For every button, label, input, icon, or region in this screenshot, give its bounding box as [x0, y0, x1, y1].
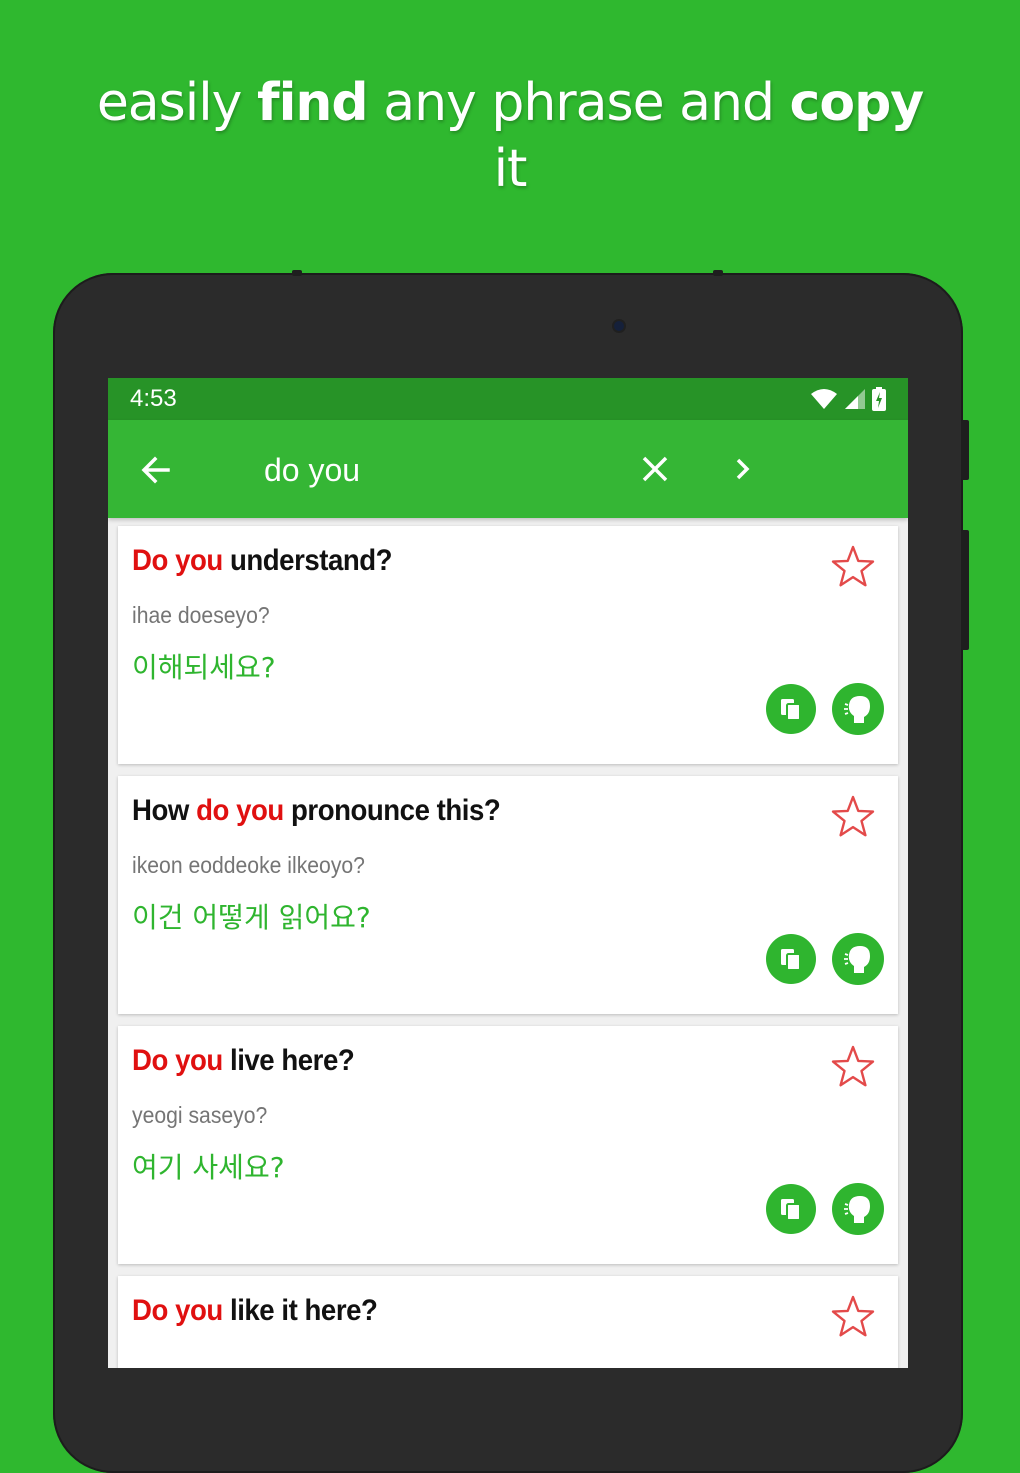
status-icons	[810, 387, 886, 411]
favorite-star-icon[interactable]	[830, 1294, 876, 1340]
search-match-highlight: do you	[196, 794, 284, 827]
speaking-head-icon	[844, 696, 870, 723]
copy-icon	[781, 699, 801, 721]
speaking-head-icon	[844, 946, 870, 973]
results-list: Do you understand? ihae doeseyo? 이해되세요? …	[108, 526, 908, 1368]
promo-segment: find	[256, 73, 369, 133]
copy-button[interactable]	[766, 934, 816, 984]
promo-segment: easily	[96, 73, 257, 133]
promo-headline: easily find any phrase and copy it	[0, 70, 1020, 202]
tablet-top-button-right	[713, 270, 723, 276]
phrase-text: How do you pronounce this?	[132, 794, 501, 828]
search-match-highlight: Do you	[132, 1294, 223, 1327]
tablet-top-button-left	[292, 270, 302, 276]
tablet-volume-button	[961, 530, 969, 650]
status-time: 4:53	[130, 385, 177, 412]
search-match-highlight: Do you	[132, 1044, 223, 1077]
search-match-highlight: Do you	[132, 544, 223, 577]
promo-segment: copy	[789, 73, 925, 133]
romanization-text: yeogi saseyo?	[132, 1102, 268, 1128]
phrase-card[interactable]: Do you like it here?	[118, 1276, 898, 1368]
favorite-star-icon[interactable]	[830, 794, 876, 840]
phrase-segment: understand?	[222, 544, 393, 577]
promo-line-1: easily find any phrase and copy	[96, 73, 925, 133]
korean-translation: 이건 어떻게 읽어요?	[132, 901, 371, 934]
phrase-card[interactable]: Do you understand? ihae doeseyo? 이해되세요?	[118, 526, 898, 764]
phrase-segment: like it here?	[222, 1294, 378, 1327]
speaking-head-icon	[844, 1196, 870, 1223]
favorite-star-icon[interactable]	[830, 1044, 876, 1090]
phrase-segment: live here?	[222, 1044, 355, 1077]
app-screen: 4:53 Do you understand? ihae doeseyo? 이해…	[108, 378, 908, 1368]
wifi-icon	[811, 389, 837, 409]
speak-button[interactable]	[832, 1183, 884, 1235]
promo-segment: any phrase and	[367, 73, 790, 133]
close-icon[interactable]	[638, 452, 672, 486]
phrase-segment: pronounce this?	[283, 794, 501, 827]
copy-button[interactable]	[766, 1184, 816, 1234]
korean-translation: 여기 사세요?	[132, 1151, 285, 1184]
speak-button[interactable]	[832, 933, 884, 985]
chevron-right-icon[interactable]	[726, 452, 760, 486]
promo-line-2: it	[493, 139, 528, 199]
speak-button[interactable]	[832, 683, 884, 735]
favorite-star-icon[interactable]	[830, 544, 876, 590]
phrase-text: Do you understand?	[132, 544, 393, 578]
battery-icon	[872, 387, 886, 411]
phrase-segment: How	[132, 794, 197, 827]
back-arrow-icon[interactable]	[138, 452, 174, 488]
phrase-text: Do you like it here?	[132, 1294, 378, 1328]
tablet-power-button	[961, 420, 969, 480]
search-input[interactable]	[262, 444, 626, 496]
copy-icon	[781, 949, 801, 971]
phrase-text: Do you live here?	[132, 1044, 355, 1078]
search-app-bar	[108, 420, 908, 518]
status-bar: 4:53	[108, 378, 908, 420]
korean-translation: 이해되세요?	[132, 651, 276, 684]
phrase-card[interactable]: Do you live here? yeogi saseyo? 여기 사세요?	[118, 1026, 898, 1264]
copy-button[interactable]	[766, 684, 816, 734]
phrase-card[interactable]: How do you pronounce this? ikeon eoddeok…	[118, 776, 898, 1014]
camera-lens	[612, 319, 626, 333]
copy-icon	[781, 1199, 801, 1221]
romanization-text: ihae doeseyo?	[132, 602, 270, 628]
romanization-text: ikeon eoddeoke ilkeoyo?	[132, 852, 365, 878]
signal-icon	[845, 389, 865, 409]
